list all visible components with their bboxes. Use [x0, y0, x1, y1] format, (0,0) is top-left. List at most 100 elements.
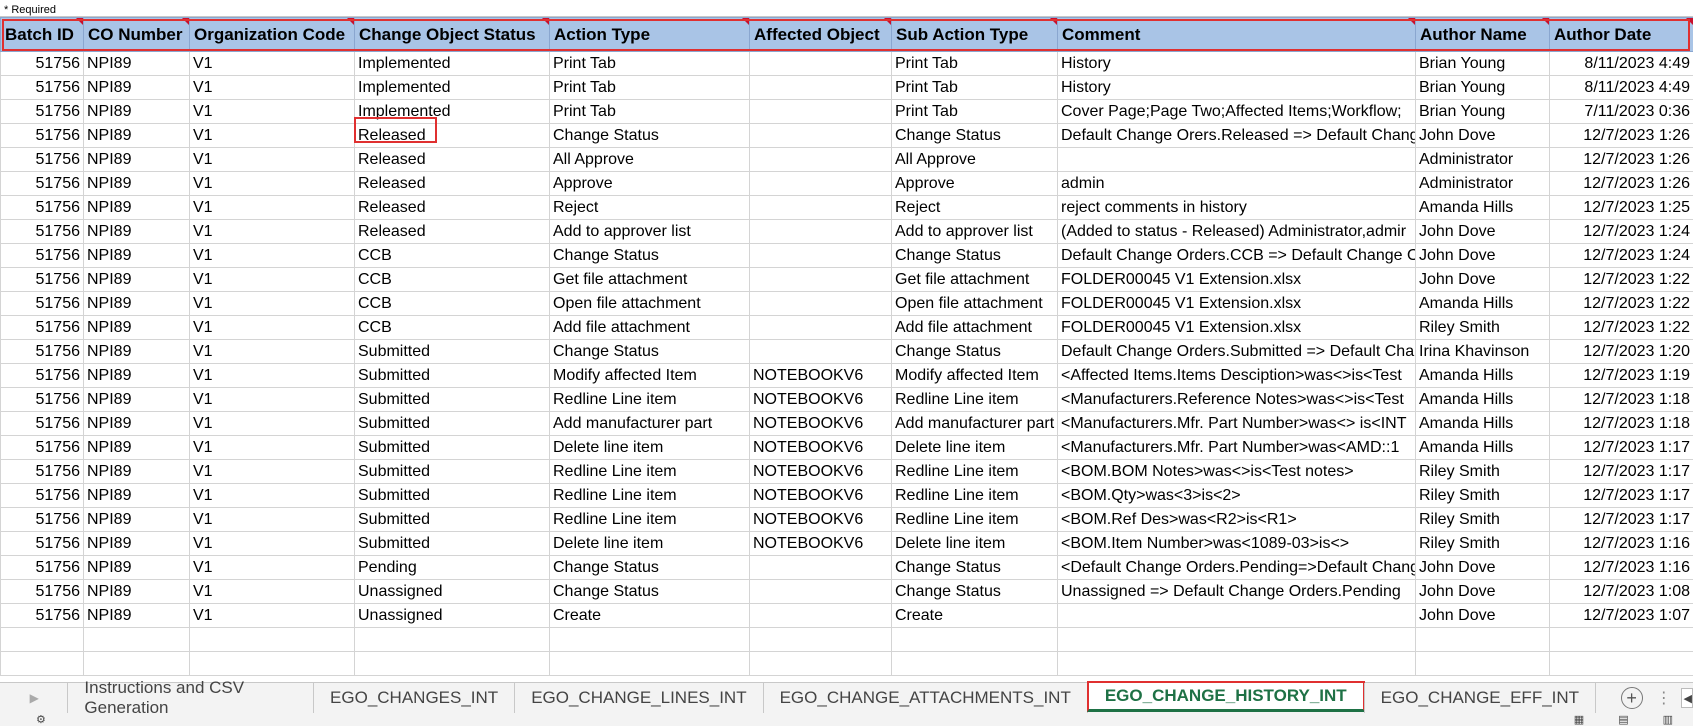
table-cell[interactable]: [189, 651, 355, 676]
table-cell[interactable]: Delete line item: [891, 435, 1058, 460]
table-cell[interactable]: Get file attachment: [549, 267, 750, 292]
table-cell[interactable]: 51756: [0, 171, 84, 196]
table-cell[interactable]: Print Tab: [549, 51, 750, 76]
table-cell[interactable]: Released: [354, 171, 550, 196]
table-cell[interactable]: Reject: [549, 195, 750, 220]
column-header[interactable]: Change Object Status: [354, 17, 550, 52]
table-cell[interactable]: Redline Line item: [549, 387, 750, 412]
table-cell[interactable]: V1: [189, 195, 355, 220]
table-cell[interactable]: 12/7/2023 1:18: [1549, 387, 1693, 412]
table-cell[interactable]: NPI89: [83, 603, 190, 628]
table-cell[interactable]: FOLDER00045 V1 Extension.xlsx: [1057, 291, 1416, 316]
table-cell[interactable]: 12/7/2023 1:08: [1549, 579, 1693, 604]
table-cell[interactable]: [0, 651, 84, 676]
table-cell[interactable]: Approve: [549, 171, 750, 196]
table-cell[interactable]: NOTEBOOKV6: [749, 483, 892, 508]
table-cell[interactable]: John Dove: [1415, 219, 1550, 244]
table-cell[interactable]: John Dove: [1415, 579, 1550, 604]
table-cell[interactable]: Add to approver list: [891, 219, 1058, 244]
table-cell[interactable]: Redline Line item: [891, 387, 1058, 412]
table-cell[interactable]: 51756: [0, 603, 84, 628]
table-cell[interactable]: Riley Smith: [1415, 507, 1550, 532]
table-cell[interactable]: V1: [189, 99, 355, 124]
table-cell[interactable]: NPI89: [83, 51, 190, 76]
table-cell[interactable]: 51756: [0, 507, 84, 532]
table-cell[interactable]: [749, 555, 892, 580]
table-cell[interactable]: Create: [891, 603, 1058, 628]
sheet-tab[interactable]: EGO_CHANGE_LINES_INT: [514, 683, 764, 713]
table-cell[interactable]: 51756: [0, 75, 84, 100]
table-cell[interactable]: [749, 219, 892, 244]
table-cell[interactable]: <Manufacturers.Reference Notes>was<>is<T…: [1057, 387, 1416, 412]
table-cell[interactable]: 51756: [0, 147, 84, 172]
sheet-tab[interactable]: EGO_CHANGE_ATTACHMENTS_INT: [762, 683, 1088, 713]
table-cell[interactable]: Submitted: [354, 363, 550, 388]
table-cell[interactable]: [749, 171, 892, 196]
table-cell[interactable]: Open file attachment: [549, 291, 750, 316]
table-cell[interactable]: Unassigned => Default Change Orders.Pend…: [1057, 579, 1416, 604]
table-cell[interactable]: [1057, 147, 1416, 172]
table-cell[interactable]: 12/7/2023 1:22: [1549, 315, 1693, 340]
add-sheet-button[interactable]: +: [1612, 683, 1651, 713]
table-cell[interactable]: NPI89: [83, 99, 190, 124]
table-cell[interactable]: NPI89: [83, 531, 190, 556]
sheet-tab[interactable]: EGO_CHANGE_EFF_INT: [1363, 683, 1597, 713]
table-cell[interactable]: Redline Line item: [549, 459, 750, 484]
table-cell[interactable]: V1: [189, 123, 355, 148]
table-cell[interactable]: [749, 75, 892, 100]
table-cell[interactable]: NPI89: [83, 195, 190, 220]
table-cell[interactable]: Unassigned: [354, 603, 550, 628]
table-cell[interactable]: [749, 51, 892, 76]
table-cell[interactable]: Submitted: [354, 531, 550, 556]
table-cell[interactable]: All Approve: [549, 147, 750, 172]
table-cell[interactable]: [354, 627, 550, 652]
table-cell[interactable]: <BOM.Qty>was<3>is<2>: [1057, 483, 1416, 508]
table-cell[interactable]: 51756: [0, 483, 84, 508]
table-cell[interactable]: NPI89: [83, 411, 190, 436]
table-cell[interactable]: V1: [189, 363, 355, 388]
table-cell[interactable]: Released: [354, 147, 550, 172]
table-cell[interactable]: Amanda Hills: [1415, 195, 1550, 220]
table-cell[interactable]: Submitted: [354, 507, 550, 532]
table-cell[interactable]: 12/7/2023 1:26: [1549, 171, 1693, 196]
table-cell[interactable]: NPI89: [83, 459, 190, 484]
table-cell[interactable]: Amanda Hills: [1415, 363, 1550, 388]
table-cell[interactable]: Create: [549, 603, 750, 628]
table-cell[interactable]: NPI89: [83, 435, 190, 460]
table-cell[interactable]: <BOM.BOM Notes>was<>is<Test notes>: [1057, 459, 1416, 484]
table-cell[interactable]: 12/7/2023 1:24: [1549, 219, 1693, 244]
table-cell[interactable]: 51756: [0, 459, 84, 484]
table-cell[interactable]: V1: [189, 411, 355, 436]
table-cell[interactable]: Print Tab: [549, 75, 750, 100]
table-cell[interactable]: Reject: [891, 195, 1058, 220]
table-cell[interactable]: Submitted: [354, 387, 550, 412]
table-cell[interactable]: NOTEBOOKV6: [749, 411, 892, 436]
table-cell[interactable]: [749, 123, 892, 148]
table-cell[interactable]: [749, 147, 892, 172]
table-cell[interactable]: [549, 627, 750, 652]
table-cell[interactable]: Delete line item: [549, 531, 750, 556]
column-header[interactable]: Organization Code: [189, 17, 355, 52]
table-cell[interactable]: 12/7/2023 1:16: [1549, 555, 1693, 580]
table-cell[interactable]: John Dove: [1415, 555, 1550, 580]
table-cell[interactable]: John Dove: [1415, 603, 1550, 628]
table-cell[interactable]: 12/7/2023 1:24: [1549, 243, 1693, 268]
table-cell[interactable]: 12/7/2023 1:22: [1549, 267, 1693, 292]
table-cell[interactable]: V1: [189, 51, 355, 76]
table-cell[interactable]: V1: [189, 291, 355, 316]
table-cell[interactable]: 51756: [0, 339, 84, 364]
table-cell[interactable]: History: [1057, 75, 1416, 100]
column-header[interactable]: Author Date: [1549, 17, 1693, 52]
tab-scroll-left-icon[interactable]: ▶: [0, 683, 68, 713]
table-cell[interactable]: Irina Khavinson: [1415, 339, 1550, 364]
table-cell[interactable]: Delete line item: [549, 435, 750, 460]
table-cell[interactable]: [1549, 627, 1693, 652]
table-cell[interactable]: 51756: [0, 291, 84, 316]
table-cell[interactable]: 12/7/2023 1:17: [1549, 507, 1693, 532]
table-cell[interactable]: Cover Page;Page Two;Affected Items;Workf…: [1057, 99, 1416, 124]
table-cell[interactable]: NOTEBOOKV6: [749, 387, 892, 412]
table-cell[interactable]: Change Status: [549, 123, 750, 148]
horizontal-scrollbar[interactable]: ◀: [1677, 683, 1693, 713]
table-cell[interactable]: 51756: [0, 387, 84, 412]
table-cell[interactable]: Print Tab: [891, 51, 1058, 76]
